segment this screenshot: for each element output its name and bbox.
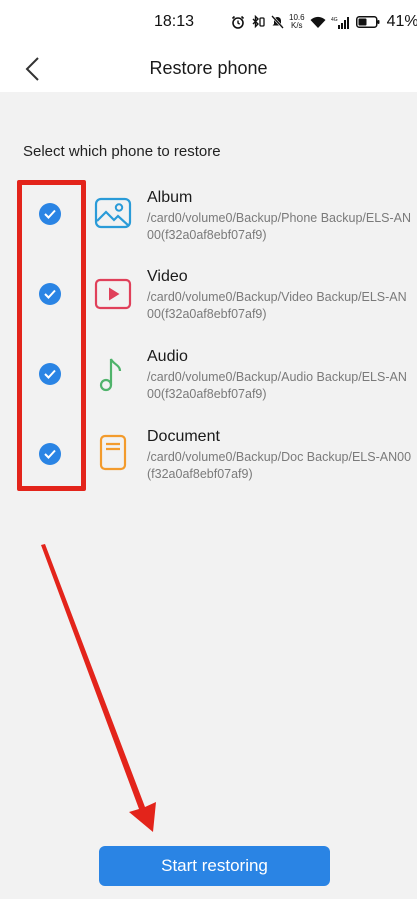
alarm-icon xyxy=(231,15,245,29)
net-speed-unit: K/s xyxy=(291,21,303,30)
album-icon xyxy=(94,197,132,229)
net-speed: 10.6 K/s xyxy=(289,14,305,30)
status-icons: 10.6 K/s 4G 41% xyxy=(231,13,417,31)
document-icon xyxy=(99,434,127,471)
status-time: 18:13 xyxy=(154,13,195,30)
music-note-icon xyxy=(99,358,122,392)
section-label: Select which phone to restore xyxy=(23,143,221,160)
start-restoring-button[interactable]: Start restoring xyxy=(99,846,330,886)
mute-icon xyxy=(271,15,284,29)
item-path-video: /card0/volume0/Backup/Video Backup/ELS-A… xyxy=(147,290,407,321)
item-path-document: /card0/volume0/Backup/Doc Backup/ELS-AN0… xyxy=(147,450,412,481)
item-title-document: Document xyxy=(147,428,220,445)
app-bar: Restore phone xyxy=(0,44,417,92)
item-title-audio: Audio xyxy=(147,348,188,365)
item-title-album: Album xyxy=(147,189,193,206)
page-title: Restore phone xyxy=(149,58,268,78)
bottom-edge xyxy=(0,899,417,903)
wifi-icon xyxy=(310,16,326,28)
item-title-video: Video xyxy=(147,268,188,285)
item-path-album: /card0/volume0/Backup/Phone Backup/ELS-A… xyxy=(147,211,412,242)
video-icon xyxy=(94,278,132,310)
svg-text:4G: 4G xyxy=(331,17,338,23)
item-path-audio: /card0/volume0/Backup/Audio Backup/ELS-A… xyxy=(147,370,407,401)
cell-signal-icon: 4G xyxy=(331,16,349,29)
annotation-highlight-box xyxy=(17,180,86,491)
battery-icon xyxy=(355,16,380,28)
bluetooth-vibrate-icon xyxy=(252,15,265,29)
battery-percent: 41% xyxy=(386,13,417,30)
status-bar: 18:13 10.6 K/s 4G 41% xyxy=(0,0,417,44)
